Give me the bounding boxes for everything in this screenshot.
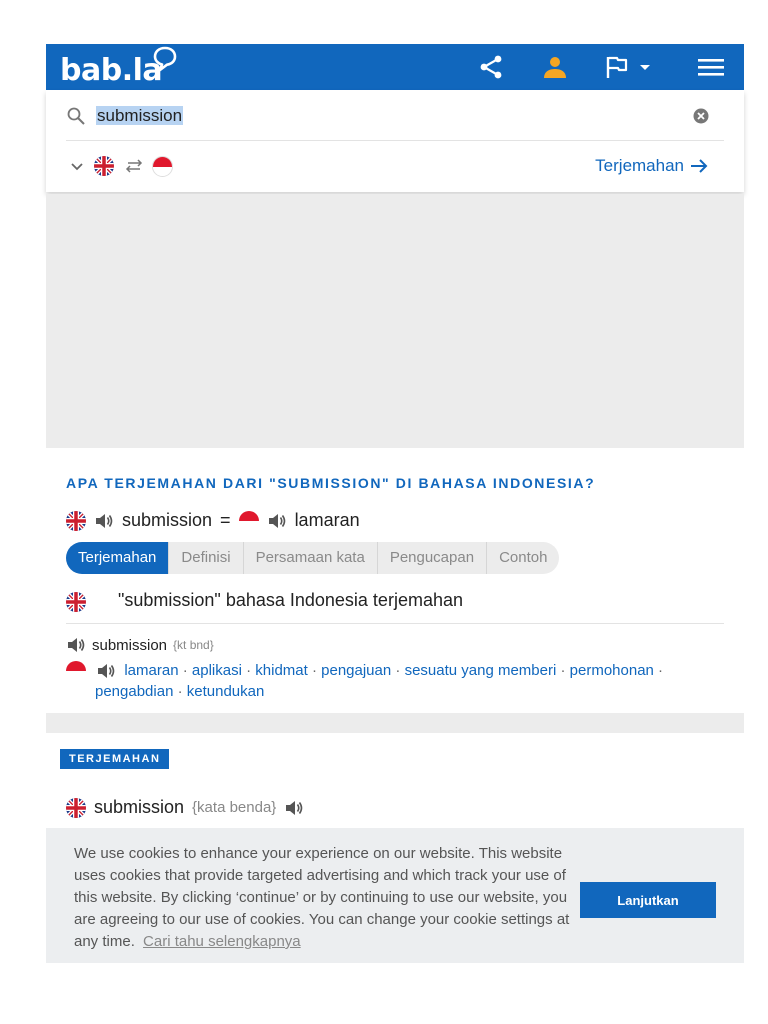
- tab-definisi[interactable]: Definisi: [169, 542, 244, 574]
- translation-heading: "submission" bahasa Indonesia terjemahan: [66, 587, 724, 624]
- tab-contoh[interactable]: Contoh: [487, 542, 559, 574]
- clear-icon[interactable]: [693, 108, 709, 124]
- noun-entry-word: submission: [94, 797, 185, 817]
- section-divider: [46, 713, 744, 733]
- tab-bar: Terjemahan Definisi Persamaan kata Pengu…: [66, 542, 560, 574]
- header-bar: bab.la: [46, 44, 744, 90]
- cookie-continue-button[interactable]: Lanjutkan: [580, 882, 716, 918]
- translation-link[interactable]: pengajuan: [321, 662, 391, 679]
- indonesia-flag-icon: [238, 510, 259, 531]
- translation-summary: submission = lamaran: [66, 510, 360, 531]
- translation-link[interactable]: lamaran: [124, 662, 178, 679]
- section-badge: TERJEMAHAN: [60, 749, 170, 769]
- cookie-banner: We use cookies to enhance your experienc…: [46, 828, 744, 963]
- cookie-text-block: We use cookies to enhance your experienc…: [74, 843, 586, 953]
- logo-bubble-icon: [153, 46, 177, 72]
- noun-entry-grammar: {kata benda}: [192, 799, 277, 816]
- speaker-icon[interactable]: [94, 512, 114, 530]
- search-icon: [67, 107, 85, 125]
- translation-link[interactable]: permohonan: [570, 662, 654, 679]
- search-row: submission: [66, 90, 724, 141]
- entry-word[interactable]: submission: [92, 637, 167, 654]
- translation-link[interactable]: pengabdian: [95, 683, 173, 700]
- flag-icon[interactable]: [604, 53, 654, 81]
- english-flag-icon: [66, 797, 86, 818]
- source-word: submission: [122, 510, 213, 530]
- translation-link[interactable]: sesuatu yang memberi: [405, 662, 557, 679]
- english-flag-icon: [66, 510, 86, 531]
- search-panel: submission Terjemahan: [46, 90, 744, 192]
- menu-icon[interactable]: [696, 53, 726, 81]
- translate-label: Terjemahan: [595, 156, 684, 175]
- speaker-icon[interactable]: [267, 512, 287, 530]
- speaker-icon[interactable]: [284, 799, 304, 817]
- translation-heading-text: "submission" bahasa Indonesia terjemahan: [118, 590, 463, 610]
- speaker-icon[interactable]: [66, 636, 86, 654]
- translation-link[interactable]: khidmat: [255, 662, 308, 679]
- language-selector: Terjemahan: [66, 142, 724, 190]
- swap-icon[interactable]: [124, 159, 144, 173]
- chevron-down-icon[interactable]: [70, 162, 84, 172]
- indonesia-flag-icon: [66, 661, 86, 682]
- share-icon[interactable]: [476, 53, 506, 81]
- noun-entry-row: submission {kata benda}: [66, 797, 304, 818]
- translate-button[interactable]: Terjemahan: [595, 156, 708, 176]
- equals-sign: =: [220, 510, 231, 530]
- tab-persamaan-kata[interactable]: Persamaan kata: [244, 542, 378, 574]
- user-icon[interactable]: [540, 53, 570, 81]
- section-question: APA TERJEMAHAN DARI "SUBMISSION" DI BAHA…: [66, 475, 596, 491]
- cookie-learn-more-link[interactable]: Cari tahu selengkapnya: [143, 933, 301, 950]
- indonesia-flag-icon[interactable]: [152, 156, 173, 177]
- english-flag-icon[interactable]: [94, 156, 114, 176]
- translation-link[interactable]: ketundukan: [187, 683, 265, 700]
- arrow-right-icon: [691, 159, 708, 173]
- english-flag-icon: [66, 592, 86, 612]
- page-frame: bab.la submission Terjemahan APA TERJEMA…: [46, 44, 744, 963]
- speaker-icon[interactable]: [96, 662, 116, 680]
- translation-link[interactable]: aplikasi: [192, 662, 242, 679]
- ad-placeholder: [46, 194, 744, 448]
- target-word: lamaran: [294, 510, 360, 530]
- tab-pengucapan[interactable]: Pengucapan: [378, 542, 488, 574]
- search-input[interactable]: submission: [96, 106, 184, 126]
- tab-terjemahan[interactable]: Terjemahan: [66, 542, 170, 574]
- entry-word-row: submission {kt bnd}: [66, 636, 214, 654]
- logo[interactable]: bab.la: [60, 51, 163, 91]
- entry-grammar: {kt bnd}: [173, 638, 214, 652]
- translation-list: lamaran · aplikasi · khidmat · pengajuan…: [66, 660, 686, 702]
